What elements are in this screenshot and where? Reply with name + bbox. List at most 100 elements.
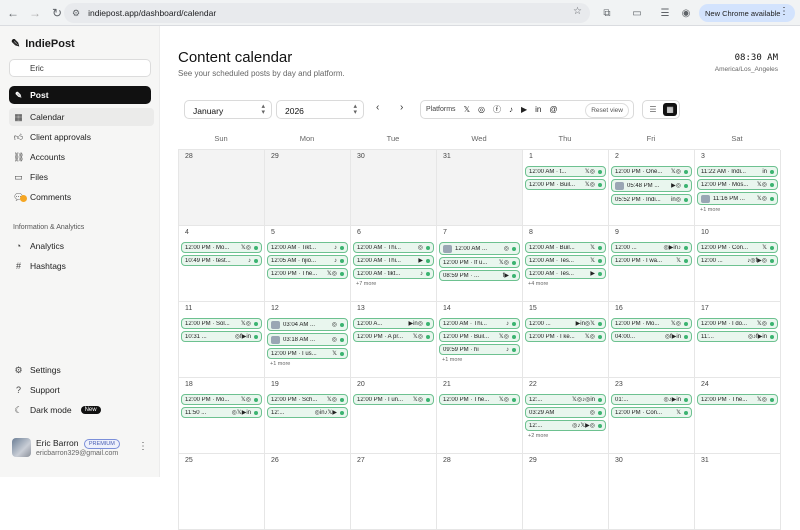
post-chip[interactable]: 10:49 PM · test... ♪ (181, 255, 262, 266)
day-cell[interactable]: 23 01:... ◎♪▶in 12:00 PM · Con... 𝕏 (609, 378, 695, 454)
post-chip[interactable]: 10:31 ... ◎f▶in (181, 331, 262, 342)
day-cell[interactable]: 16 12:00 PM · Mo... 𝕏◎ 04:00... ◎f▶in (609, 302, 695, 378)
post-chip[interactable]: 01:... ◎♪▶in (611, 394, 692, 405)
sidebar-item-files[interactable]: ▭ Files (9, 168, 154, 186)
day-cell[interactable]: 29 (265, 150, 351, 226)
profile-icon[interactable]: ◉ (678, 5, 694, 21)
post-chip[interactable]: 08:59 PM · ... f▶ (439, 270, 520, 281)
day-cell[interactable]: 10 12:00 PM · Con... 𝕏 12:00 ... ♪◎f▶◎ (695, 226, 781, 302)
more-link[interactable]: +7 more (353, 281, 434, 287)
day-cell[interactable]: 5 12:00 AM · Tikt... ♪ 12:05 AM · njio... ♪ 1… (265, 226, 351, 302)
extensions-icon[interactable]: ⧉ (599, 5, 615, 21)
day-cell[interactable]: 11 12:00 PM · Sol... 𝕏◎ 10:31 ... ◎f▶in (179, 302, 265, 378)
threads-icon[interactable]: @ (549, 105, 557, 114)
post-chip[interactable]: 12:00 PM · Buil... 𝕏◎ (525, 179, 606, 190)
sidebar-item-calendar[interactable]: ▦ Calendar (9, 108, 154, 126)
month-select[interactable]: January ▴ ▾ (184, 100, 272, 119)
post-chip[interactable]: 12:00 PM · One... 𝕏◎ (611, 166, 692, 177)
day-cell[interactable]: 28 (179, 150, 265, 226)
day-cell[interactable]: 20 12:00 PM · I un... 𝕏◎ (351, 378, 437, 454)
youtube-icon[interactable]: ▶ (521, 105, 527, 114)
day-cell[interactable]: 13 12:00 A... ▶in◎ 12:00 PM · A pr... 𝕏◎ (351, 302, 437, 378)
instagram-icon[interactable]: ◎ (478, 105, 485, 114)
sidebar-item-support[interactable]: ? Support (9, 381, 154, 399)
more-link[interactable]: +1 more (267, 361, 348, 367)
post-chip[interactable]: 12:00 PM · Mo... 𝕏◎ (181, 242, 262, 253)
post-chip[interactable]: 12:00 AM ... ◎ (439, 242, 520, 255)
facebook-icon[interactable]: ⓕ (493, 104, 501, 115)
post-chip[interactable]: 12:05 AM · njio... ♪ (267, 255, 348, 266)
site-settings-icon[interactable]: ⚙ (72, 8, 80, 19)
user-profile[interactable]: Eric Barron PREMIUM ericbarron329@gmail.… (12, 438, 152, 462)
tab-search-icon[interactable]: ☰ (657, 5, 673, 21)
post-chip[interactable]: 11:50 ... ◎𝕏▶in (181, 407, 262, 418)
day-cell[interactable]: 14 12:00 AM · Thi... ♪ 12:00 PM · Buil... 𝕏◎… (437, 302, 523, 378)
list-view-icon[interactable]: ☰ (646, 103, 660, 116)
day-cell[interactable]: 30 (609, 454, 695, 530)
post-chip[interactable]: 12:00 AM · Buil... 𝕏 (525, 242, 606, 253)
address-bar[interactable]: ⚙ indiepost.app/dashboard/calendar ☆ (64, 3, 590, 23)
post-chip[interactable]: 12:00 PM · I un... 𝕏◎ (353, 394, 434, 405)
day-cell[interactable]: 8 12:00 AM · Buil... 𝕏 12:00 AM · Tes... 𝕏 12… (523, 226, 609, 302)
day-cell[interactable]: 15 12:00 ... ▶in◎𝕏 12:00 PM · I ke... 𝕏◎ (523, 302, 609, 378)
day-cell[interactable]: 27 (351, 454, 437, 530)
post-button[interactable]: ✎ Post (9, 86, 151, 104)
linkedin-icon[interactable]: in (535, 105, 541, 114)
post-chip[interactable]: 12:00 PM · The... 𝕏◎ (267, 268, 348, 279)
day-cell[interactable]: 21 12:00 PM · The... 𝕏◎ (437, 378, 523, 454)
post-chip[interactable]: 12:00 AM · Tes... 𝕏 (525, 255, 606, 266)
day-cell[interactable]: 28 (437, 454, 523, 530)
post-chip[interactable]: 12:00 AM · Thi... ▶ (353, 255, 434, 266)
post-chip[interactable]: 12:00 PM · Sol... 𝕏◎ (181, 318, 262, 329)
day-cell[interactable]: 2 12:00 PM · One... 𝕏◎ 05:48 PM ... ▶◎ 05:52 … (609, 150, 695, 226)
more-link[interactable]: +2 more (525, 433, 606, 439)
day-cell[interactable]: 19 12:00 PM · Sch... 𝕏◎ 12:... ◎in♪𝕏▶ (265, 378, 351, 454)
sidebar-item-dark-mode[interactable]: ☾ Dark mode New (9, 401, 154, 419)
day-cell[interactable]: 31 (437, 150, 523, 226)
day-cell[interactable]: 17 12:00 PM · I do... 𝕏◎ 11:... ◎♪f▶in (695, 302, 781, 378)
app-logo[interactable]: ✎ IndiePost (11, 37, 75, 51)
x-icon[interactable]: 𝕏 (464, 105, 470, 114)
forward-icon[interactable]: → (26, 4, 44, 22)
day-cell[interactable]: 7 12:00 AM ... ◎ 12:00 PM · If u... 𝕏◎ 08:59 … (437, 226, 523, 302)
sidebar-item-settings[interactable]: ⚙ Settings (9, 361, 154, 379)
day-cell[interactable]: 6 12:00 AM · Thi... ◎ 12:00 AM · Thi... ▶ 12:… (351, 226, 437, 302)
post-chip[interactable]: 03:04 AM ... ◎ (267, 318, 348, 331)
post-chip[interactable]: 09:59 PM · hi ♪ (439, 344, 520, 355)
post-chip[interactable]: 04:00... ◎f▶in (611, 331, 692, 342)
post-chip[interactable]: 05:48 PM ... ▶◎ (611, 179, 692, 192)
day-cell[interactable]: 26 (265, 454, 351, 530)
post-chip[interactable]: 12:... ◎♪𝕏▶◎ (525, 420, 606, 431)
next-month-icon[interactable]: › (400, 102, 403, 113)
post-chip[interactable]: 11:22 AM · Indi... in (697, 166, 778, 177)
tiktok-icon[interactable]: ♪ (509, 105, 513, 114)
post-chip[interactable]: 12:00 PM · Sch... 𝕏◎ (267, 394, 348, 405)
post-chip[interactable]: 12:00 PM · I wa... 𝕏 (611, 255, 692, 266)
post-chip[interactable]: 12:00 PM · I do... 𝕏◎ (697, 318, 778, 329)
post-chip[interactable]: 12:00 AM · Thi... ◎ (353, 242, 434, 253)
post-chip[interactable]: 12:00 PM · A pr... 𝕏◎ (353, 331, 434, 342)
day-cell[interactable]: 22 12:... 𝕏◎♪◎in 03:29 AM ◎ 12:... ◎♪𝕏▶◎ +2 mor… (523, 378, 609, 454)
workspace-selector[interactable]: Eric (9, 59, 151, 77)
post-chip[interactable]: 12:00 AM · Tikt... ♪ (267, 242, 348, 253)
chrome-update-button[interactable]: New Chrome available ⋮ (699, 4, 795, 22)
post-chip[interactable]: 12:00 PM · I us... 𝕏 (267, 348, 348, 359)
more-link[interactable]: +1 more (439, 357, 520, 363)
more-link[interactable]: +1 more (697, 207, 778, 213)
post-chip[interactable]: 11:16 PM ... 𝕏◎ (697, 192, 778, 205)
prev-month-icon[interactable]: ‹ (376, 102, 379, 113)
post-chip[interactable]: 03:29 AM ◎ (525, 407, 606, 418)
cast-icon[interactable]: ▭ (629, 5, 645, 21)
post-chip[interactable]: 12:00 ... ◎▶in♪ (611, 242, 692, 253)
day-cell[interactable]: 31 (695, 454, 781, 530)
day-cell[interactable]: 9 12:00 ... ◎▶in♪ 12:00 PM · I wa... 𝕏 (609, 226, 695, 302)
post-chip[interactable]: 12:00 PM · The... 𝕏◎ (439, 394, 520, 405)
day-cell[interactable]: 25 (179, 454, 265, 530)
post-chip[interactable]: 03:18 AM ... ◎ (267, 333, 348, 346)
post-chip[interactable]: 12:00 PM · Con... 𝕏 (611, 407, 692, 418)
day-cell[interactable]: 12 03:04 AM ... ◎ 03:18 AM ... ◎ 12:00 PM · I… (265, 302, 351, 378)
back-icon[interactable]: ← (4, 4, 22, 22)
more-link[interactable]: +4 more (525, 281, 606, 287)
sidebar-item-analytics[interactable]: ◔ Analytics (9, 237, 154, 255)
post-chip[interactable]: 12:00 PM · Mo... 𝕏◎ (181, 394, 262, 405)
